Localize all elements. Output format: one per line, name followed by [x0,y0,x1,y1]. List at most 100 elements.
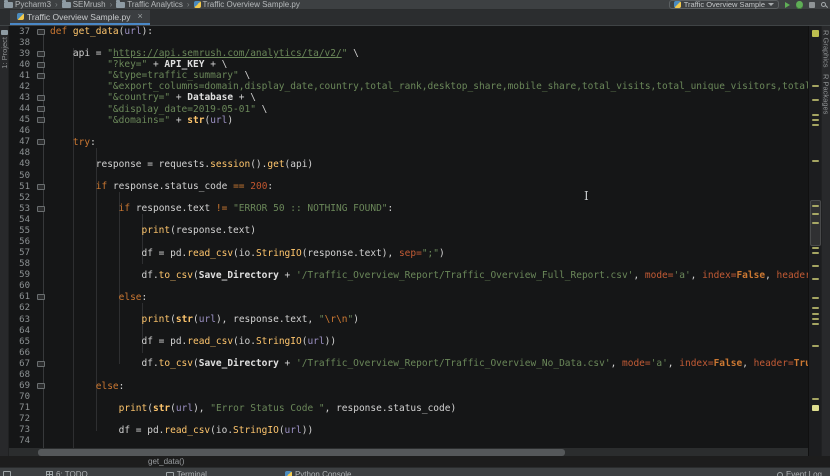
warning-stripe-mark[interactable] [812,252,819,254]
warning-stripe-mark[interactable] [812,160,819,162]
stop-icon[interactable] [809,2,815,8]
fold-marker[interactable] [33,51,50,57]
fold-marker[interactable] [33,106,50,112]
code-line[interactable]: 45 "&domains=" + str(url) [9,115,808,126]
code-line[interactable]: 42 "&export_columns=domain,display_date,… [9,81,808,92]
fold-marker[interactable] [33,117,50,123]
code-line[interactable]: 47 try: [9,137,808,148]
code-line[interactable]: 53 if response.text != "ERROR 50 :: NOTH… [9,203,808,214]
code-line[interactable]: 37def get_data(url): [9,26,808,37]
code-editor[interactable]: 37def get_data(url):3839 api = "https://… [9,26,808,456]
code-area[interactable]: 37def get_data(url):3839 api = "https://… [9,26,808,456]
code-line[interactable]: 68 [9,369,808,380]
code-line[interactable]: 67 df.to_csv(Save_Directory + '/Traffic_… [9,358,808,369]
fold-marker[interactable] [33,62,50,68]
code-line[interactable]: 73 df = pd.read_csv(io.StringIO(url)) [9,425,808,436]
code-line[interactable]: 46 [9,126,808,137]
warning-stripe-mark[interactable] [812,398,819,400]
warning-stripe-mark[interactable] [812,323,819,325]
code-line[interactable]: 60 [9,281,808,292]
warning-stripe-mark[interactable] [812,114,819,116]
warning-stripe-mark[interactable] [812,222,819,224]
play-icon[interactable] [785,2,790,8]
code-line[interactable]: 40 "?key=" + API_KEY + \ [9,59,808,70]
code-line[interactable]: 64 [9,325,808,336]
code-line[interactable]: 49 response = requests.session().get(api… [9,159,808,170]
breadcrumb-item[interactable]: Pycharm3 [4,0,51,9]
warning-stripe-mark[interactable] [812,313,819,315]
warning-stripe-mark[interactable] [812,278,819,280]
statusbar--todo[interactable]: 6: TODO [46,470,88,476]
fold-marker[interactable] [33,184,50,190]
code-line[interactable]: 63 print(str(url), response.text, "\r\n"… [9,314,808,325]
code-line[interactable]: 72 [9,414,808,425]
warning-stripe-mark[interactable] [812,247,819,249]
code-line[interactable]: 44 "&display_date=2019-05-01" \ [9,104,808,115]
run-toolbar: Traffic Overview Sample [669,0,826,9]
breadcrumb-item[interactable]: Traffic Analytics [116,0,183,9]
horizontal-scrollbar-thumb[interactable] [38,449,565,456]
toolwindow-quick-access-icon[interactable] [3,471,11,476]
code-line[interactable]: 74 [9,436,808,447]
code-line[interactable]: 38 [9,37,808,48]
code-line[interactable]: 48 [9,148,808,159]
horizontal-scrollbar[interactable] [9,448,808,456]
code-line[interactable]: 62 [9,303,808,314]
event-log-button[interactable]: Event Log [777,470,822,476]
warning-stripe-mark[interactable] [812,307,819,309]
code-line[interactable]: 58 [9,259,808,270]
warning-stripe-mark[interactable] [812,213,819,215]
code-line[interactable]: 56 [9,236,808,247]
toolwindow-button-r-graphics[interactable]: R Graphics [822,30,830,68]
warning-stripe-mark[interactable] [812,297,819,299]
code-line[interactable]: 69 else: [9,381,808,392]
bug-icon[interactable] [796,1,803,9]
breadcrumb-item[interactable]: SEMrush [62,0,106,9]
fold-marker[interactable] [33,206,50,212]
code-line[interactable]: 50 [9,170,808,181]
warning-stripe-mark[interactable] [812,265,819,267]
fold-marker[interactable] [33,361,50,367]
fold-marker[interactable] [33,95,50,101]
warning-stripe-mark[interactable] [812,119,819,121]
warning-stripe-mark[interactable] [812,124,819,126]
toolwindow-button-r-packages[interactable]: R Packages [822,74,830,114]
code-line[interactable]: 65 df = pd.read_csv(io.StringIO(url)) [9,336,808,347]
code-line[interactable]: 41 "&type=traffic_summary" \ [9,70,808,81]
search-icon[interactable] [821,2,826,7]
statusbar-python-console[interactable]: Python Console [285,470,351,476]
code-line[interactable]: 39 api = "https://api.semrush.com/analyt… [9,48,808,59]
fold-marker[interactable] [33,73,50,79]
close-icon[interactable]: × [137,12,142,21]
fold-marker[interactable] [33,29,50,35]
code-line[interactable]: 59 df.to_csv(Save_Directory + '/Traffic_… [9,270,808,281]
fold-marker[interactable] [33,294,50,300]
fold-marker[interactable] [33,139,50,145]
warning-stripe-mark[interactable] [812,99,819,101]
code-line[interactable]: 55 print(response.text) [9,225,808,236]
code-line[interactable]: 43 "&country=" + Database + \ [9,92,808,103]
code-line[interactable]: 61 else: [9,292,808,303]
warning-stripe-mark[interactable] [812,205,819,207]
toolwindow-button-project[interactable]: 1: Project [0,30,9,69]
code-line[interactable]: 57 df = pd.read_csv(io.StringIO(response… [9,248,808,259]
warning-stripe-mark[interactable] [812,85,819,87]
warning-stripe-mark[interactable] [812,318,819,320]
line-number: 38 [9,38,33,48]
highlighted-stripe-mark[interactable] [812,405,819,411]
code-line[interactable]: 51 if response.status_code == 200: [9,181,808,192]
code-line[interactable]: 66 [9,347,808,358]
tab-traffic-overview-sample[interactable]: Traffic Overview Sample.py × [10,10,150,25]
code-line[interactable]: 52 [9,192,808,203]
code-analysis-indicator[interactable] [812,30,819,37]
fold-marker[interactable] [33,383,50,389]
breadcrumb-item[interactable]: Traffic Overview Sample.py [194,0,300,9]
code-line[interactable]: 54 [9,214,808,225]
run-configuration-select[interactable]: Traffic Overview Sample [669,0,779,9]
warning-stripe-mark[interactable] [812,345,819,347]
context-breadcrumb[interactable]: get_data() [148,457,184,466]
code-line[interactable]: 71 print(str(url), "Error Status Code ",… [9,403,808,414]
left-toolwindow-bar: 1: Project [0,26,9,456]
code-line[interactable]: 70 [9,392,808,403]
statusbar-terminal[interactable]: Terminal [166,470,207,476]
